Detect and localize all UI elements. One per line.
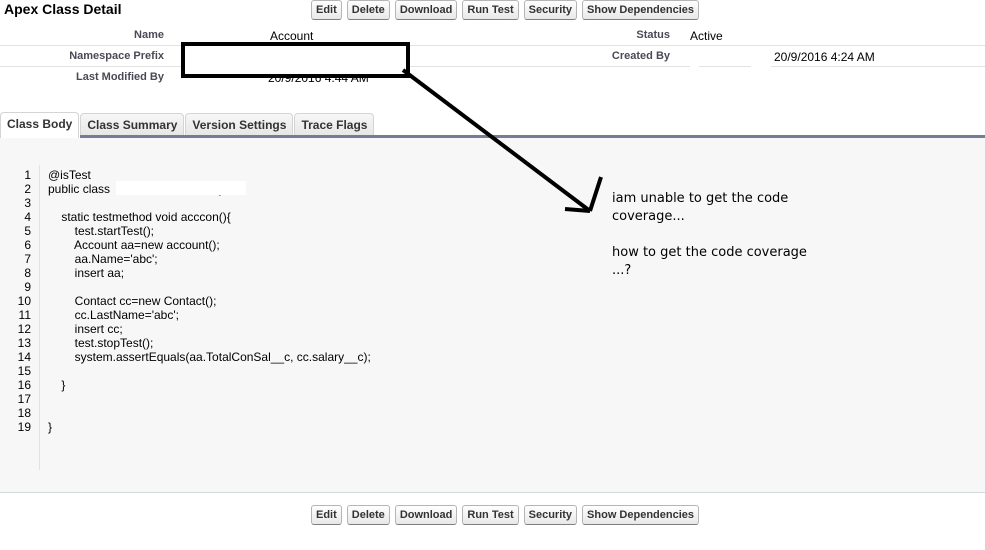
code-text: cc.LastName='abc'; [48, 308, 179, 322]
name-value: Account [270, 29, 314, 43]
code-line: 18 [0, 406, 371, 420]
run-test-button[interactable]: Run Test [462, 0, 519, 20]
code-line: 13 test.stopTest(); [0, 336, 371, 350]
line-number: 17 [17, 392, 31, 406]
code-line: 15 [0, 364, 371, 378]
line-number: 18 [17, 406, 31, 420]
download-button[interactable]: Download [394, 505, 458, 525]
code-lines: 1@isTest2public class {34 static testmet… [0, 168, 371, 434]
line-number: 10 [17, 294, 31, 308]
code-line: 1 @isTest [0, 168, 371, 182]
name-label: Name [134, 29, 164, 41]
created-by-label: Created By [611, 50, 670, 62]
status-label: Status [636, 29, 670, 41]
highlight-box [181, 42, 410, 78]
code-line: 10 Contact cc=new Contact(); [0, 294, 371, 308]
tab-trace-flags[interactable]: Trace Flags [294, 113, 375, 136]
delete-button[interactable]: Delete [346, 0, 390, 20]
delete-button[interactable]: Delete [346, 505, 390, 525]
code-line: 5 test.startTest(); [0, 224, 371, 238]
tab-class-body[interactable]: Class Body [0, 112, 80, 138]
code-text: insert cc; [48, 322, 123, 336]
line-number: 8 [24, 266, 31, 280]
line-number: 5 [24, 224, 31, 238]
line-number: 15 [17, 364, 31, 378]
code-text: aa.Name='abc'; [48, 252, 158, 266]
security-button[interactable]: Security [523, 505, 578, 525]
code-text: system.assertEquals(aa.TotalConSal__c, c… [48, 350, 371, 364]
bottom-button-bar: Edit Delete Download Run Test Security S… [311, 505, 700, 525]
code-line: 12 insert cc; [0, 322, 371, 336]
line-number: 6 [24, 238, 31, 252]
tab-version-settings[interactable]: Version Settings [185, 113, 294, 136]
run-test-button[interactable]: Run Test [462, 505, 519, 525]
page-title: Apex Class Detail [4, 1, 122, 17]
line-number: 4 [24, 210, 31, 224]
line-number: 1 [24, 168, 31, 182]
tab-class-summary[interactable]: Class Summary [80, 113, 185, 136]
code-text: Account aa=new account(); [48, 238, 220, 252]
line-number: 19 [17, 420, 31, 434]
code-text: @isTest [48, 168, 91, 182]
line-number: 11 [18, 308, 31, 322]
line-number: 9 [24, 280, 31, 294]
line-number: 12 [17, 322, 31, 336]
code-text: } [48, 378, 66, 392]
code-line: 17 [0, 392, 371, 406]
code-line: 3 [0, 196, 371, 210]
annotation-note: iam unable to get the code coverage... h… [612, 190, 812, 298]
line-number: 7 [24, 252, 31, 266]
line-number: 14 [17, 350, 31, 364]
status-value: Active [690, 29, 723, 43]
show-dependencies-button[interactable]: Show Dependencies [582, 505, 700, 525]
namespace-prefix-label: Namespace Prefix [69, 50, 164, 62]
code-text: test.stopTest(); [48, 336, 154, 350]
code-text: } [48, 420, 53, 434]
code-panel: 1@isTest2public class {34 static testmet… [0, 138, 985, 493]
code-line: 9 [0, 280, 371, 294]
code-line: 16 } [0, 378, 371, 392]
code-line: 8 insert aa; [0, 266, 371, 280]
line-number: 16 [17, 378, 31, 392]
line-number: 2 [24, 182, 31, 196]
code-line: 6 Account aa=new account(); [0, 238, 371, 252]
code-line: 4 static testmethod void acccon(){ [0, 210, 371, 224]
last-modified-label: Last Modified By [75, 71, 164, 83]
code-text: insert aa; [48, 266, 125, 280]
code-text: Contact cc=new Contact(); [48, 294, 217, 308]
code-line: 14 system.assertEquals(aa.TotalConSal__c… [0, 350, 371, 364]
row-divider [771, 66, 985, 67]
redacted-class-name [116, 181, 246, 195]
line-number: 3 [24, 196, 31, 210]
code-text: static testmethod void acccon(){ [48, 210, 231, 224]
code-text: test.startTest(); [48, 224, 155, 238]
code-line: 11 cc.LastName='abc'; [0, 308, 371, 322]
top-button-bar: Edit Delete Download Run Test Security S… [311, 0, 700, 20]
security-button[interactable]: Security [523, 0, 578, 20]
row-divider [699, 66, 751, 67]
code-line: 19} [0, 420, 371, 434]
annotation-line-2: how to get the code coverage ...? [612, 245, 807, 278]
show-dependencies-button[interactable]: Show Dependencies [582, 0, 700, 20]
annotation-line-1: iam unable to get the code coverage... [612, 191, 789, 224]
created-by-value: 20/9/2016 4:24 AM [774, 50, 875, 64]
line-number: 13 [17, 336, 31, 350]
row-divider [0, 45, 985, 46]
code-line: 7 aa.Name='abc'; [0, 252, 371, 266]
download-button[interactable]: Download [394, 0, 458, 20]
edit-button[interactable]: Edit [311, 0, 342, 20]
edit-button[interactable]: Edit [311, 505, 342, 525]
